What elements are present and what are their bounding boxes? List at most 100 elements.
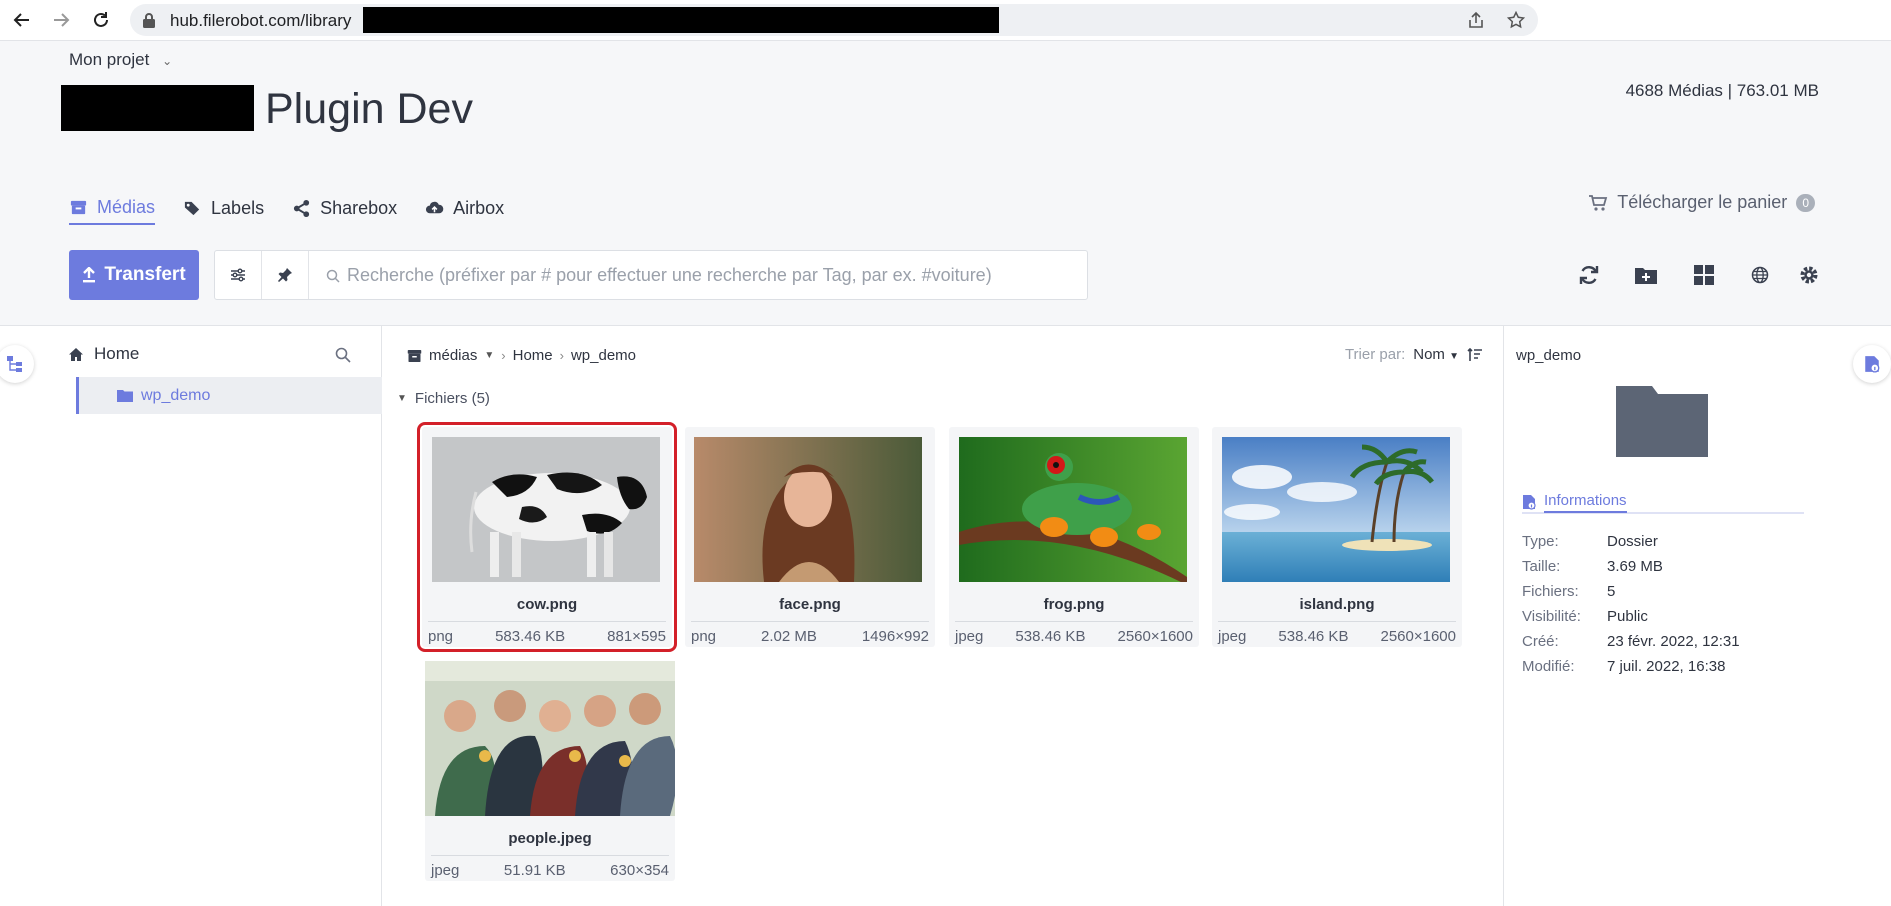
- transfer-button[interactable]: Transfert: [69, 250, 199, 300]
- tab-labels[interactable]: Labels: [183, 191, 264, 225]
- sort-direction-icon[interactable]: [1467, 347, 1483, 363]
- details-row: Type: Dossier: [1522, 529, 1740, 554]
- breadcrumb-current[interactable]: wp_demo: [571, 347, 636, 364]
- url-text: hub.filerobot.com/library: [170, 11, 352, 30]
- file-meta: png 2.02 MB 1496×992: [691, 621, 929, 645]
- upload-icon: [83, 267, 96, 283]
- pin-button[interactable]: [262, 251, 309, 299]
- file-card[interactable]: cow.png png 583.46 KB 881×595: [417, 422, 677, 652]
- file-info-icon: [1865, 356, 1880, 373]
- redacted-url: [363, 7, 999, 33]
- files-section-toggle[interactable]: ▼ Fichiers (5): [397, 390, 490, 407]
- lock-icon: [143, 13, 155, 28]
- tab-label: Informations: [1544, 492, 1627, 513]
- caret-down-icon: ▼: [484, 350, 495, 361]
- sliders-icon: [231, 268, 245, 282]
- grid-view-button[interactable]: [1690, 261, 1718, 289]
- details-key: Taille:: [1522, 558, 1561, 575]
- app-header: Mon projet ⌄ Plugin Dev 4688 Médias | 76…: [0, 41, 1891, 326]
- breadcrumb-root[interactable]: médias: [429, 347, 477, 364]
- details-row: Taille: 3.69 MB: [1522, 554, 1740, 579]
- archive-icon: [70, 200, 87, 214]
- sort-select[interactable]: Nom ▼: [1413, 346, 1459, 363]
- reload-icon[interactable]: [87, 6, 115, 34]
- file-dimensions: 630×354: [610, 862, 669, 879]
- tree-node-label: wp_demo: [141, 386, 211, 404]
- tab-label: Médias: [97, 196, 156, 217]
- new-folder-button[interactable]: [1632, 261, 1660, 289]
- language-button[interactable]: [1746, 261, 1774, 289]
- file-card[interactable]: face.png png 2.02 MB 1496×992: [685, 427, 935, 647]
- sort-label: Trier par:: [1344, 346, 1406, 363]
- file-type: jpeg: [955, 628, 984, 645]
- refresh-icon: [1579, 266, 1599, 284]
- file-thumbnail: [432, 437, 660, 582]
- tree-search-icon[interactable]: [334, 346, 352, 364]
- file-card[interactable]: people.jpeg jpeg 51.91 KB 630×354: [425, 661, 675, 881]
- tree-item-wp-demo[interactable]: wp_demo: [76, 377, 382, 414]
- cart-count-badge: 0: [1796, 193, 1815, 212]
- cart-icon: [1589, 194, 1608, 211]
- tab-label: Labels: [211, 197, 265, 218]
- details-value: Dossier: [1607, 533, 1658, 550]
- tags-icon: [184, 201, 200, 215]
- file-dimensions: 2560×1600: [1380, 628, 1456, 645]
- tab-label: Sharebox: [320, 197, 398, 218]
- file-meta: jpeg 51.91 KB 630×354: [431, 855, 669, 879]
- file-dimensions: 2560×1600: [1117, 628, 1193, 645]
- file-type: png: [428, 628, 454, 645]
- back-icon[interactable]: [8, 6, 36, 34]
- transfer-label: Transfert: [104, 264, 186, 285]
- breadcrumb: médias ▼ › Home › wp_demo: [407, 347, 636, 364]
- project-label: Mon projet: [69, 50, 150, 69]
- file-size: 538.46 KB: [1278, 628, 1349, 645]
- search-input[interactable]: [325, 251, 1065, 299]
- share-icon[interactable]: [1465, 9, 1487, 31]
- settings-button[interactable]: [1795, 261, 1823, 289]
- details-name: wp_demo: [1516, 347, 1582, 364]
- sort-value: Nom: [1413, 346, 1445, 363]
- forward-icon[interactable]: [47, 6, 75, 34]
- filters-button[interactable]: [215, 251, 262, 299]
- section-label: Fichiers (5): [414, 390, 490, 407]
- file-meta: png 583.46 KB 881×595: [428, 621, 666, 645]
- file-card[interactable]: island.png jpeg 538.46 KB 2560×1600: [1212, 427, 1462, 647]
- details-key: Créé:: [1522, 633, 1559, 650]
- folder-tree: Home wp_demo: [60, 326, 382, 906]
- file-dimensions: 1496×992: [861, 628, 929, 645]
- file-name: people.jpeg: [508, 830, 592, 847]
- browser-toolbar: hub.filerobot.com/library: [0, 0, 1891, 41]
- file-dimensions: 881×595: [607, 628, 666, 645]
- tab-airbox[interactable]: Airbox: [425, 191, 504, 225]
- chevron-right-icon: ›: [501, 348, 506, 363]
- sitemap-icon: [7, 356, 22, 372]
- star-icon[interactable]: [1505, 9, 1527, 31]
- folder-plus-icon: [1635, 268, 1657, 284]
- media-stats: 4688 Médias | 763.01 MB: [1625, 81, 1819, 100]
- chevron-down-icon: ⌄: [162, 54, 173, 68]
- tab-medias[interactable]: Médias: [69, 191, 156, 225]
- gear-icon: [1800, 266, 1818, 284]
- breadcrumb-home[interactable]: Home: [513, 347, 553, 364]
- tab-informations[interactable]: Informations: [1522, 492, 1804, 514]
- search-bar: [214, 250, 1088, 300]
- file-type: jpeg: [1218, 628, 1247, 645]
- details-toggle-button[interactable]: [1853, 345, 1891, 383]
- details-value: 7 juil. 2022, 16:38: [1607, 658, 1726, 675]
- details-key: Fichiers:: [1522, 583, 1579, 600]
- file-name: frog.png: [1043, 596, 1105, 613]
- address-bar[interactable]: hub.filerobot.com/library: [130, 4, 1538, 36]
- page-title: Plugin Dev: [265, 85, 473, 133]
- details-row: Visibilité: Public: [1522, 604, 1740, 629]
- tab-label: Airbox: [453, 197, 505, 218]
- file-card[interactable]: frog.png jpeg 538.46 KB 2560×1600: [949, 427, 1199, 647]
- download-cart[interactable]: Télécharger le panier 0: [1588, 192, 1815, 213]
- refresh-button[interactable]: [1575, 261, 1603, 289]
- project-selector[interactable]: Mon projet ⌄: [69, 50, 172, 70]
- tab-sharebox[interactable]: Sharebox: [292, 191, 397, 225]
- details-key: Visibilité:: [1522, 608, 1581, 625]
- tree-item-home[interactable]: Home: [68, 344, 139, 364]
- file-meta: jpeg 538.46 KB 2560×1600: [955, 621, 1193, 645]
- tree-toggle-button[interactable]: [0, 345, 34, 383]
- details-rows: Type: Dossier Taille: 3.69 MB Fichiers: 5 V…: [1522, 529, 1740, 679]
